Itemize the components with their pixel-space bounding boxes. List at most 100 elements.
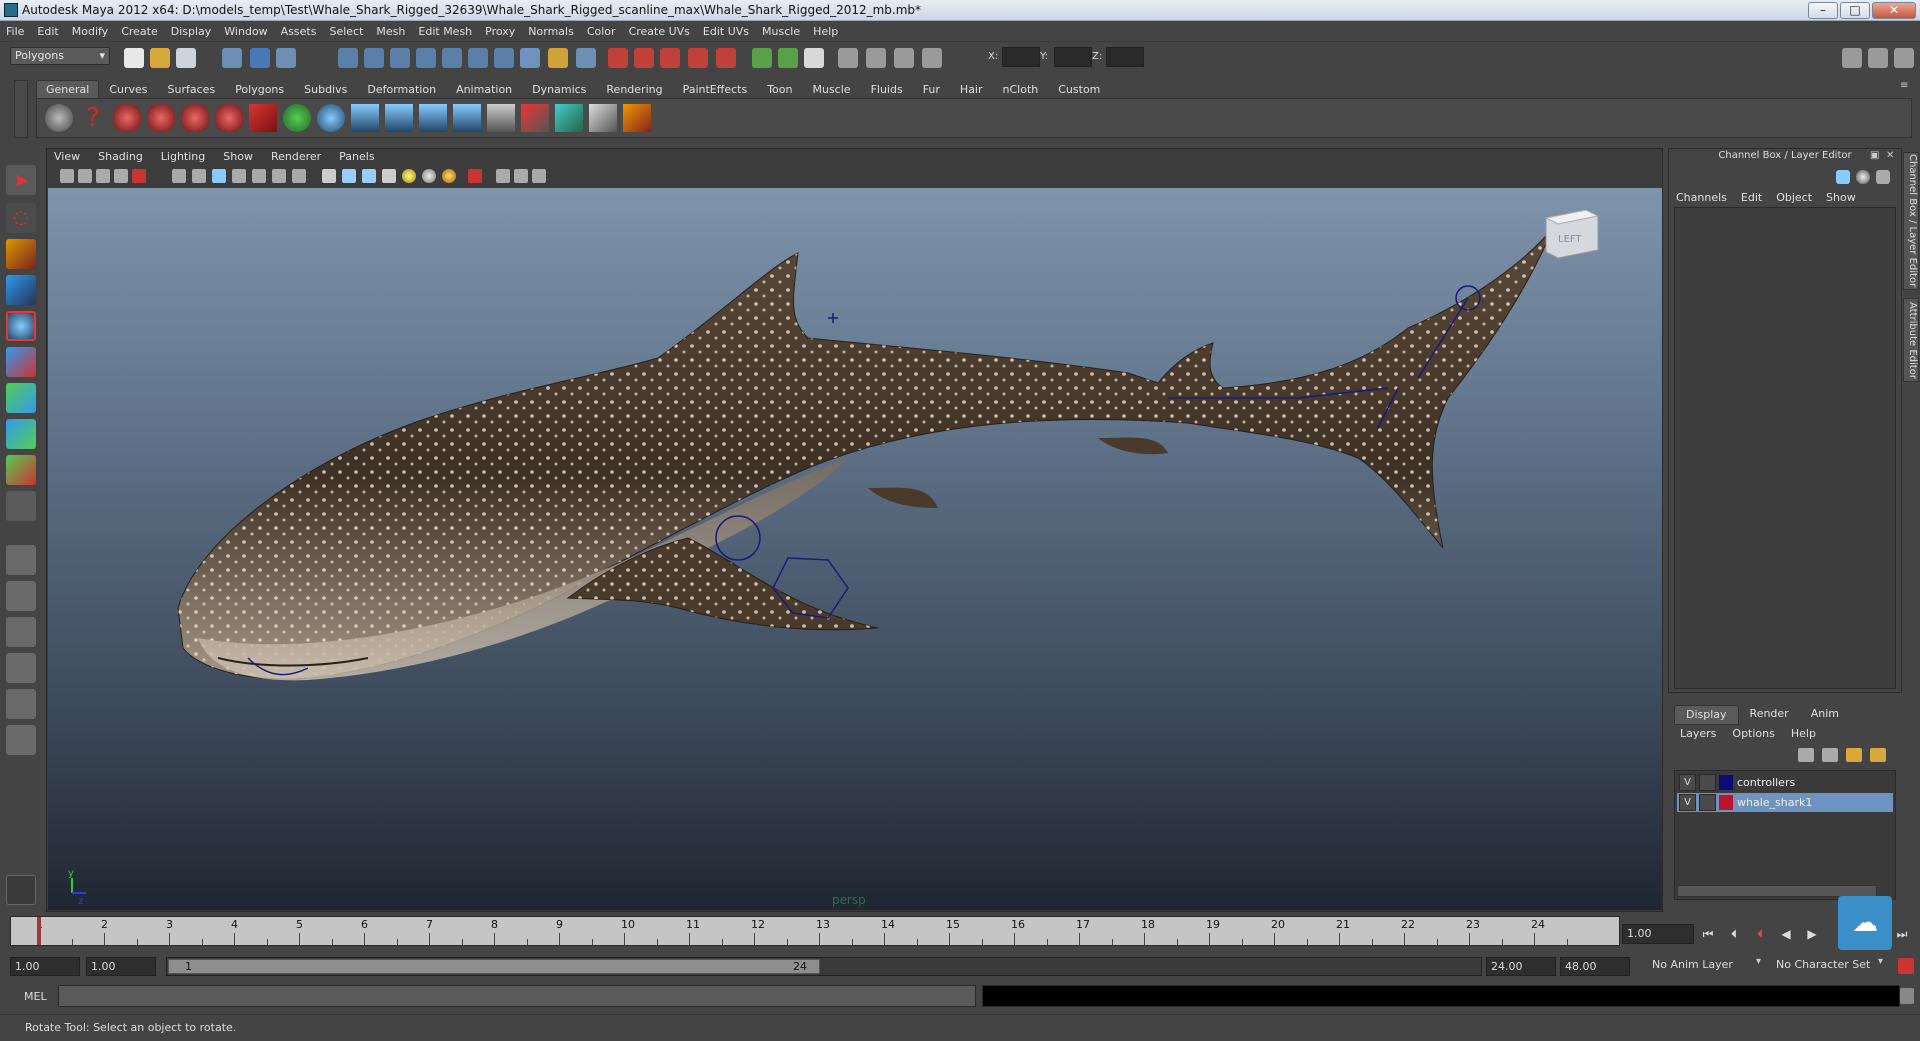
cb-options-icon[interactable]: [1876, 170, 1890, 184]
toggle-attribute-editor-icon[interactable]: [1842, 48, 1862, 68]
scale-tool-icon[interactable]: [6, 347, 36, 377]
select-hierarchy-icon[interactable]: [222, 48, 242, 68]
hand-icon[interactable]: [6, 875, 36, 905]
shelf-skin-icon[interactable]: [453, 104, 481, 132]
shelf-brush-icon[interactable]: [623, 104, 651, 132]
shelf-sphere-icon[interactable]: [317, 104, 345, 132]
shelf-tab-toon[interactable]: Toon: [757, 80, 802, 98]
layer-visibility-toggle[interactable]: V: [1679, 794, 1696, 811]
hypershade-icon[interactable]: [688, 48, 708, 68]
step-back-key-icon[interactable]: ⏴: [1750, 924, 1770, 944]
menu-mesh[interactable]: Mesh: [376, 25, 405, 38]
textured-icon[interactable]: [382, 169, 396, 183]
shelf-ik-icon[interactable]: [385, 104, 413, 132]
view-cube[interactable]: LEFT: [1544, 209, 1600, 259]
image-plane-icon[interactable]: [114, 169, 128, 183]
smooth-shade-icon[interactable]: [342, 169, 356, 183]
select-component-icon[interactable]: [276, 48, 296, 68]
save-scene-icon[interactable]: [176, 48, 196, 68]
vp-menu-show[interactable]: Show: [223, 150, 253, 166]
go-to-start-icon[interactable]: ⏮: [1698, 924, 1718, 944]
field-chart-icon[interactable]: [252, 169, 266, 183]
command-input[interactable]: [58, 985, 976, 1007]
layer-template-toggle[interactable]: [1699, 794, 1716, 811]
menu-edit[interactable]: Edit: [37, 25, 58, 38]
xray-icon[interactable]: [496, 169, 510, 183]
shelf-tab-subdivs[interactable]: Subdivs: [294, 80, 357, 98]
shelf-constraint4-icon[interactable]: [215, 104, 243, 132]
cb-menu-channels[interactable]: Channels: [1676, 191, 1727, 204]
menu-file[interactable]: File: [6, 25, 24, 38]
new-scene-icon[interactable]: [124, 48, 144, 68]
menu-help[interactable]: Help: [813, 25, 838, 38]
shelf-bind-icon[interactable]: [419, 104, 447, 132]
range-slider[interactable]: 1 24: [168, 959, 820, 974]
time-slider[interactable]: 123456789101112131415161718192021222324: [10, 916, 1620, 946]
cb-close-icon[interactable]: ✕: [1886, 150, 1898, 162]
resolution-gate-icon[interactable]: [212, 169, 226, 183]
shelf-tab-polygons[interactable]: Polygons: [225, 80, 294, 98]
channel-list[interactable]: [1674, 207, 1896, 689]
snap-view-icon[interactable]: [468, 48, 488, 68]
shelf-menu-icon[interactable]: ≡: [1900, 80, 1914, 94]
default-lighting-icon[interactable]: [402, 169, 416, 183]
shelf-list-icon[interactable]: [487, 104, 515, 132]
shelf-tab-curves[interactable]: Curves: [99, 80, 157, 98]
tab-channel-box[interactable]: Channel Box / Layer Editor: [1903, 152, 1919, 290]
layer-tab-render[interactable]: Render: [1739, 705, 1800, 725]
layer-tab-anim[interactable]: Anim: [1800, 705, 1850, 725]
menu-color[interactable]: Color: [587, 25, 616, 38]
perspective-viewport[interactable]: LEFT y z: [48, 188, 1662, 910]
select-object-icon[interactable]: [250, 48, 270, 68]
command-language-label[interactable]: MEL: [24, 990, 47, 1003]
shelf-tab-hair[interactable]: Hair: [950, 80, 993, 98]
layer-template-toggle[interactable]: [1699, 774, 1716, 791]
layout-single-icon[interactable]: [838, 48, 858, 68]
open-scene-icon[interactable]: [150, 48, 170, 68]
toggle-tool-settings-icon[interactable]: [1868, 48, 1888, 68]
layout-outliner-icon[interactable]: [6, 617, 36, 647]
shelf-tab-fluids[interactable]: Fluids: [861, 80, 913, 98]
snap-plane-icon[interactable]: [416, 48, 436, 68]
shelf-tab-painteffects[interactable]: PaintEffects: [673, 80, 758, 98]
show-attribute-icon[interactable]: [778, 48, 798, 68]
play-backwards-icon[interactable]: ◀: [1776, 924, 1796, 944]
menu-edit-mesh[interactable]: Edit Mesh: [418, 25, 472, 38]
shelf-paint-icon[interactable]: [521, 104, 549, 132]
script-editor-icon[interactable]: [1900, 988, 1914, 1004]
shelf-curve-icon[interactable]: [283, 104, 311, 132]
camera-attributes-icon[interactable]: [78, 169, 92, 183]
current-frame-field[interactable]: 1.00: [1622, 924, 1694, 944]
universal-manipulator-icon[interactable]: [6, 383, 36, 413]
layer-color-swatch[interactable]: [1719, 795, 1733, 810]
layer-tab-display[interactable]: Display: [1674, 705, 1739, 725]
render-current-icon[interactable]: [608, 48, 628, 68]
cb-lock-icon[interactable]: [1836, 170, 1850, 184]
cb-menu-object[interactable]: Object: [1776, 191, 1812, 204]
cb-menu-show[interactable]: Show: [1826, 191, 1856, 204]
new-layer-selected-icon[interactable]: [1822, 748, 1838, 762]
menu-set-dropdown[interactable]: Polygons: [10, 47, 110, 65]
animation-end-field[interactable]: 48.00: [1560, 957, 1630, 976]
bookmarks-icon[interactable]: [96, 169, 110, 183]
character-set-dropdown-arrow-icon[interactable]: ▾: [1878, 956, 1883, 967]
play-forwards-icon[interactable]: ▶: [1802, 924, 1822, 944]
snap-live-icon[interactable]: [494, 48, 514, 68]
anim-layer-dropdown-arrow-icon[interactable]: ▾: [1756, 956, 1761, 967]
lasso-tool-icon[interactable]: ◌: [6, 203, 36, 233]
layout-single-pane-icon[interactable]: [6, 545, 36, 575]
2d-pan-zoom-icon[interactable]: [132, 169, 146, 183]
grid-icon[interactable]: [172, 169, 186, 183]
safe-action-icon[interactable]: [272, 169, 286, 183]
snap-curve-icon[interactable]: [364, 48, 384, 68]
move-layer-down-icon[interactable]: [1870, 748, 1886, 762]
layer-color-swatch[interactable]: [1719, 775, 1733, 790]
layout-graph-icon[interactable]: [922, 48, 942, 68]
cb-menu-edit[interactable]: Edit: [1741, 191, 1762, 204]
cloud-upload-icon[interactable]: ☁: [1838, 896, 1892, 950]
minimize-button[interactable]: –: [1808, 2, 1838, 19]
menu-normals[interactable]: Normals: [528, 25, 574, 38]
shadows-icon[interactable]: [442, 169, 456, 183]
layout-four-pane-icon[interactable]: [6, 581, 36, 611]
menu-create-uvs[interactable]: Create UVs: [629, 25, 690, 38]
